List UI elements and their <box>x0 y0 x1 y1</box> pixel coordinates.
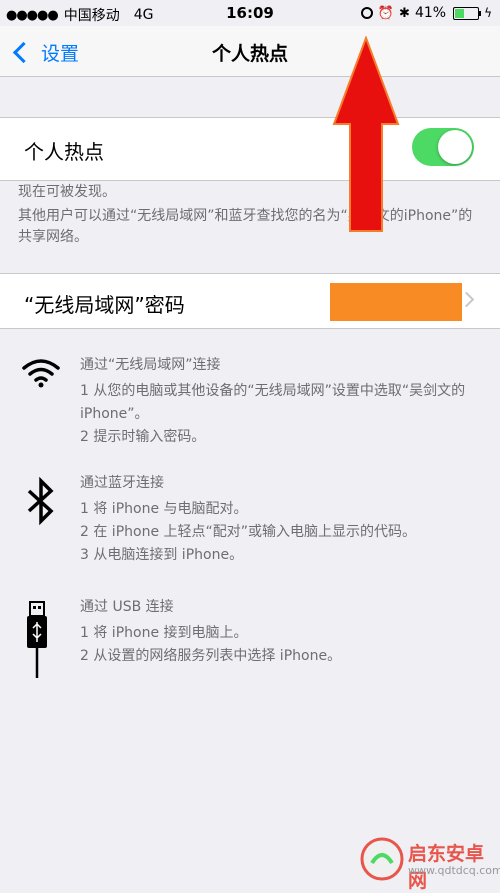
wifi-password-cell[interactable]: “无线局域网”密码 <box>0 273 500 329</box>
bluetooth-status-icon: ✱ <box>399 5 410 21</box>
wifi-instructions: 通过“无线局域网”连接 1 从您的电脑或其他设备的“无线局域网”设置中选取“吴剑… <box>80 354 490 449</box>
rotation-lock-icon <box>360 7 373 19</box>
charging-icon: ϟ <box>484 6 492 20</box>
usb-step: 1 将 iPhone 接到电脑上。 <box>80 625 248 641</box>
status-bar: ●●●●● 中国移动 4G 16:09 ⏰ ✱ 41% ϟ <box>0 0 500 26</box>
usb-instructions-title: 通过 USB 连接 <box>80 599 174 615</box>
hotspot-toggle[interactable] <box>412 128 474 166</box>
wifi-icon <box>20 358 62 388</box>
alarm-icon: ⏰ <box>377 5 395 21</box>
share-description: 其他用户可以通过“无线局域网”和蓝牙查找您的名为“吴剑文的iPhone”的共享网… <box>18 208 473 245</box>
wifi-step: 1 从您的电脑或其他设备的“无线局域网”设置中选取“吴剑文的 iPhone”。 <box>80 383 466 422</box>
usb-icon <box>20 600 62 680</box>
hotspot-toggle-cell: 个人热点 <box>0 117 500 181</box>
toggle-knob <box>438 130 472 164</box>
bluetooth-icon <box>20 476 62 526</box>
watermark-logo: 启东安卓网 www.qdtdcq.com <box>358 831 500 892</box>
page-title: 个人热点 <box>211 43 288 65</box>
battery-icon <box>453 6 482 20</box>
hotspot-label: 个人热点 <box>24 140 104 164</box>
watermark-url: www.qdtdcq.com <box>408 864 500 877</box>
bluetooth-instructions: 通过蓝牙连接 1 将 iPhone 与电脑配对。 2 在 iPhone 上轻点“… <box>80 472 490 567</box>
wifi-password-label: “无线局域网”密码 <box>24 293 185 317</box>
status-right: ⏰ ✱ 41% ϟ <box>360 5 492 21</box>
usb-step: 2 从设置的网络服务列表中选择 iPhone。 <box>80 648 342 664</box>
bluetooth-instructions-title: 通过蓝牙连接 <box>80 475 164 491</box>
usb-instructions: 通过 USB 连接 1 将 iPhone 接到电脑上。 2 从设置的网络服务列表… <box>80 596 490 668</box>
bluetooth-step: 2 在 iPhone 上轻点“配对”或输入电脑上显示的代码。 <box>80 524 417 540</box>
wifi-step: 2 提示时输入密码。 <box>80 429 206 445</box>
navigation-bar: 设置 个人热点 <box>0 26 500 77</box>
battery-percent: 41% <box>414 5 447 21</box>
discoverable-text: 现在可被发现。 <box>18 184 116 200</box>
wifi-instructions-title: 通过“无线局域网”连接 <box>80 357 221 373</box>
bluetooth-step: 1 将 iPhone 与电脑配对。 <box>80 501 248 517</box>
annotation-arrow-up <box>332 35 400 233</box>
password-redaction <box>330 283 462 321</box>
bluetooth-step: 3 从电脑连接到 iPhone。 <box>80 547 244 563</box>
